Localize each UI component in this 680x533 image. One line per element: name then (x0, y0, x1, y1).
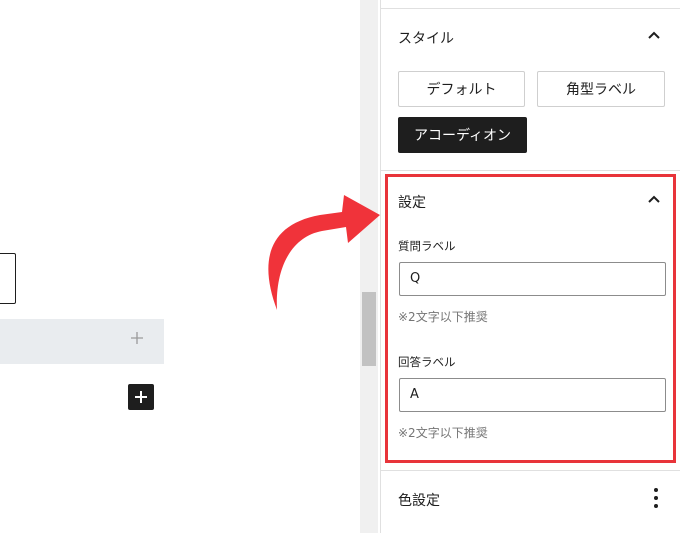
question-label-help: ※2文字以下推奨 (398, 310, 488, 324)
style-accordion-button[interactable]: アコーディオン (398, 117, 527, 153)
divider (381, 470, 680, 471)
style-square-label-button[interactable]: 角型ラベル (537, 71, 665, 107)
block-settings-sidebar: スタイル デフォルト 角型ラベル アコーディオン 設定 質問ラベル Q ※2文字… (380, 0, 680, 533)
curved-arrow-icon (268, 195, 380, 310)
style-default-button[interactable]: デフォルト (398, 71, 525, 107)
color-settings-title[interactable]: 色設定 (398, 490, 440, 510)
settings-panel-title[interactable]: 設定 (398, 192, 426, 212)
plus-icon (135, 391, 147, 403)
divider (381, 170, 680, 171)
answer-label-input[interactable]: A (399, 378, 666, 412)
answer-label-help: ※2文字以下推奨 (398, 426, 488, 440)
answer-label-caption: 回答ラベル (398, 355, 456, 369)
chevron-up-icon[interactable] (647, 192, 661, 206)
block-outline[interactable] (0, 253, 16, 304)
divider (381, 8, 680, 9)
chevron-up-icon[interactable] (647, 28, 661, 42)
question-label-caption: 質問ラベル (398, 239, 456, 253)
add-block-button[interactable] (128, 384, 154, 410)
style-panel-title[interactable]: スタイル (398, 28, 454, 48)
appender-row[interactable] (0, 319, 164, 364)
more-vertical-icon[interactable] (653, 487, 659, 509)
plus-icon[interactable] (130, 331, 144, 345)
question-label-input[interactable]: Q (399, 262, 666, 296)
